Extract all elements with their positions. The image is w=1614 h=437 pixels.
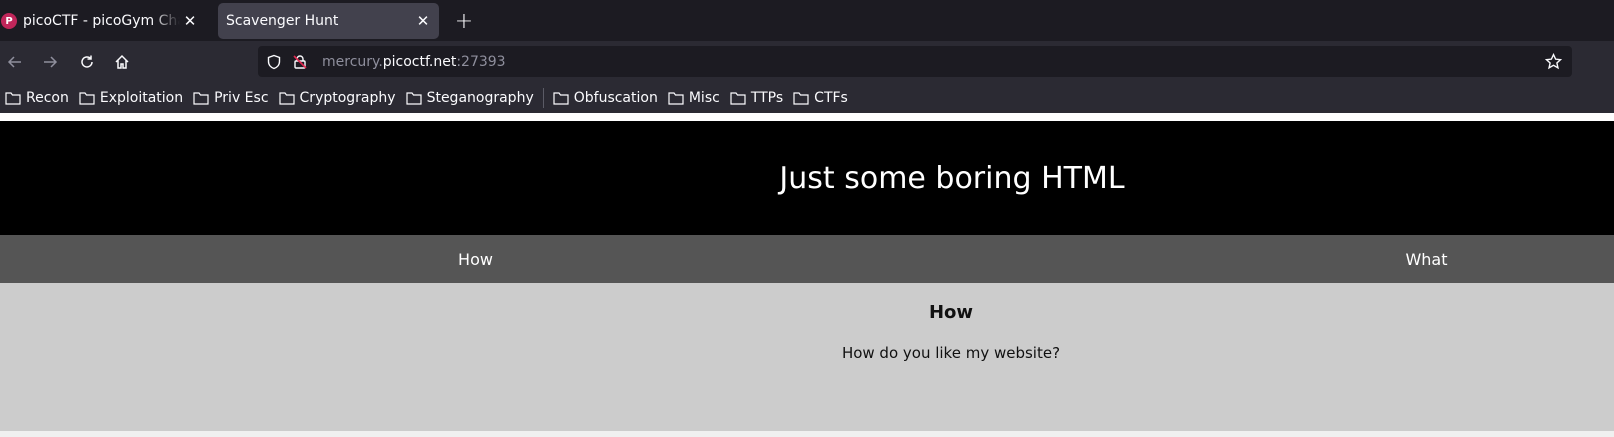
bookmark-label: Cryptography — [299, 90, 396, 106]
folder-icon — [278, 92, 295, 105]
close-tab-icon[interactable]: ✕ — [413, 11, 433, 31]
page-title: Just some boring HTML — [779, 160, 1125, 196]
bookmark-label: Steganography — [426, 90, 534, 106]
content-heading: How — [928, 302, 974, 323]
tab-what-button[interactable]: What — [1330, 235, 1523, 283]
page-tab-bar: How What — [0, 235, 1614, 283]
tab-how-button[interactable]: How — [0, 235, 951, 283]
new-tab-button[interactable]: + — [449, 6, 479, 36]
bookmark-misc[interactable]: Misc — [668, 90, 720, 106]
bookmark-label: Recon — [26, 90, 69, 106]
bookmark-steganography[interactable]: Steganography — [405, 90, 534, 106]
folder-icon — [405, 92, 422, 105]
tab-strip: P picoCTF - picoGym Challe ✕ Scavenger H… — [0, 0, 1614, 41]
bookmark-label: CTFs — [814, 90, 848, 106]
bookmark-label: Priv Esc — [214, 90, 269, 106]
tab-title: picoCTF - picoGym Challe — [23, 13, 180, 29]
tab-picoctf[interactable]: P picoCTF - picoGym Challe ✕ — [0, 3, 206, 39]
page-top-strip — [0, 113, 1614, 121]
url-text[interactable]: mercury.picoctf.net:27393 — [322, 54, 506, 70]
address-bar[interactable]: mercury.picoctf.net:27393 — [258, 46, 1572, 77]
bookmark-label: TTPs — [750, 90, 784, 106]
bookmarks-toolbar: Recon Exploitation Priv Esc Cryptography… — [0, 83, 1614, 113]
url-host: picoctf.net — [382, 53, 457, 70]
bookmark-priv-esc[interactable]: Priv Esc — [193, 90, 269, 106]
url-subdomain: mercury. — [322, 53, 383, 70]
tab-scavenger-hunt[interactable]: Scavenger Hunt ✕ — [218, 3, 439, 39]
reload-icon — [81, 55, 93, 68]
tab-title: Scavenger Hunt — [226, 13, 339, 29]
arrow-right-icon — [44, 56, 58, 68]
folder-icon — [793, 92, 809, 105]
folder-icon — [79, 92, 95, 105]
content-text: How do you like my website? — [841, 344, 1061, 362]
bookmark-exploitation[interactable]: Exploitation — [79, 90, 183, 106]
back-button[interactable] — [1, 48, 29, 76]
home-icon — [115, 54, 129, 69]
shield-icon[interactable] — [266, 54, 282, 70]
home-button[interactable] — [108, 48, 136, 76]
folder-icon — [730, 92, 746, 105]
url-port: :27393 — [456, 53, 506, 70]
bookmark-label: Misc — [688, 90, 720, 106]
picoctf-favicon-icon: P — [1, 13, 17, 29]
navigation-toolbar: mercury.picoctf.net:27393 — [0, 41, 1614, 83]
web-page: Just some boring HTML How What How How d… — [0, 113, 1614, 437]
forward-button[interactable] — [36, 48, 64, 76]
bookmark-label: Obfuscation — [573, 90, 658, 106]
tab-content-panel: How How do you like my website? — [0, 283, 1614, 431]
close-tab-icon[interactable]: ✕ — [180, 11, 200, 31]
bookmark-recon[interactable]: Recon — [5, 90, 69, 106]
page-header: Just some boring HTML — [0, 121, 1614, 235]
folder-icon — [553, 92, 569, 105]
bookmark-label: Exploitation — [99, 90, 184, 106]
arrow-left-icon — [7, 56, 21, 68]
reload-button[interactable] — [73, 48, 101, 76]
bookmark-obfuscation[interactable]: Obfuscation — [553, 90, 658, 106]
bookmark-ttps[interactable]: TTPs — [730, 90, 783, 106]
bookmark-ctfs[interactable]: CTFs — [793, 90, 848, 106]
plus-icon: + — [454, 8, 474, 34]
bookmark-separator — [542, 88, 544, 108]
folder-icon — [668, 92, 684, 105]
folder-icon — [5, 92, 21, 105]
bookmark-cryptography[interactable]: Cryptography — [278, 90, 396, 106]
insecure-lock-icon[interactable] — [292, 54, 308, 70]
folder-icon — [193, 92, 209, 105]
bookmark-star-icon[interactable] — [1545, 53, 1562, 70]
